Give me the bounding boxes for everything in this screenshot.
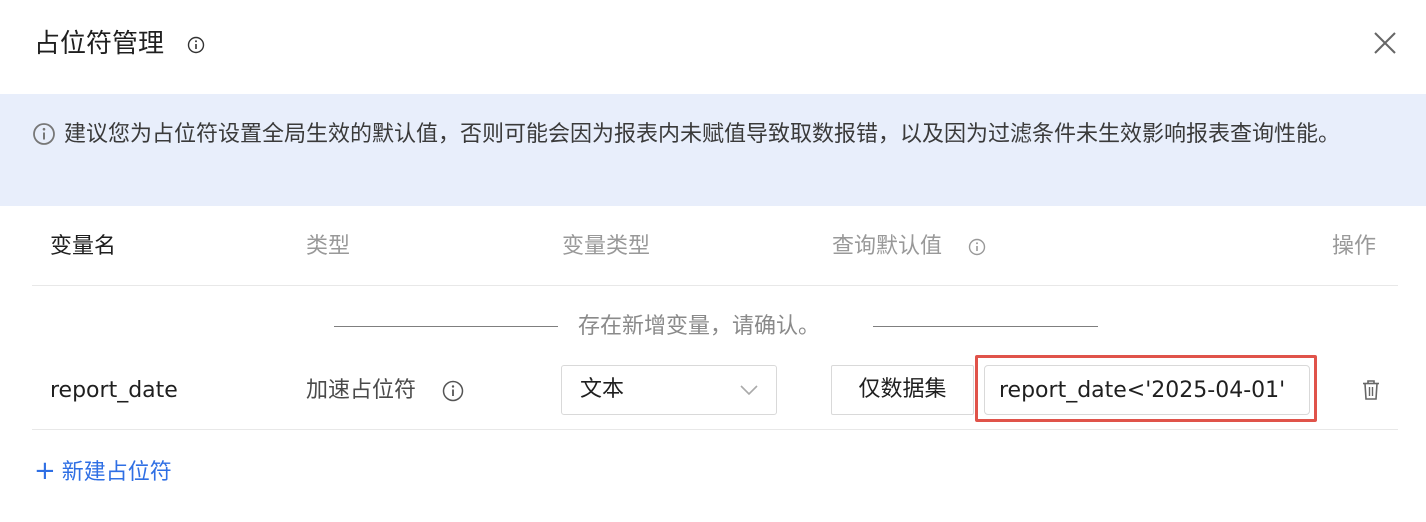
trash-icon[interactable]	[1361, 379, 1381, 401]
variable-type: 加速占位符	[306, 378, 417, 403]
close-icon[interactable]	[1372, 30, 1398, 56]
info-icon[interactable]	[187, 36, 205, 54]
column-header-default: 查询默认值	[832, 234, 943, 259]
default-value-input[interactable]	[984, 365, 1310, 415]
dialog-header: 占位符管理	[0, 0, 1426, 94]
info-icon[interactable]	[968, 238, 986, 256]
divider-line-left	[334, 326, 558, 327]
variable-name: report_date	[50, 378, 178, 403]
chevron-down-icon	[740, 385, 758, 396]
column-header-var-type: 变量类型	[562, 234, 651, 259]
column-header-operation: 操作	[1332, 234, 1377, 259]
divider-line-right	[873, 326, 1098, 327]
new-variable-notice: 存在新增变量，请确认。	[578, 314, 821, 339]
info-icon	[33, 123, 55, 145]
dialog-title: 占位符管理	[34, 29, 165, 59]
row-divider	[32, 429, 1398, 430]
notice-text: 建议您为占位符设置全局生效的默认值，否则可能会因为报表内未赋值导致取数报错，以及…	[64, 122, 1341, 147]
plus-icon: +	[34, 456, 56, 486]
add-placeholder-button[interactable]: + 新建占位符	[34, 454, 172, 490]
header-divider	[32, 285, 1398, 286]
select-value: 文本	[580, 377, 625, 402]
column-header-type: 类型	[306, 234, 351, 259]
column-header-name: 变量名	[50, 234, 117, 259]
scope-dataset-button[interactable]: 仅数据集	[831, 365, 974, 415]
variable-type-select[interactable]: 文本	[561, 365, 777, 415]
info-icon[interactable]	[442, 380, 464, 402]
add-placeholder-label: 新建占位符	[61, 460, 172, 485]
